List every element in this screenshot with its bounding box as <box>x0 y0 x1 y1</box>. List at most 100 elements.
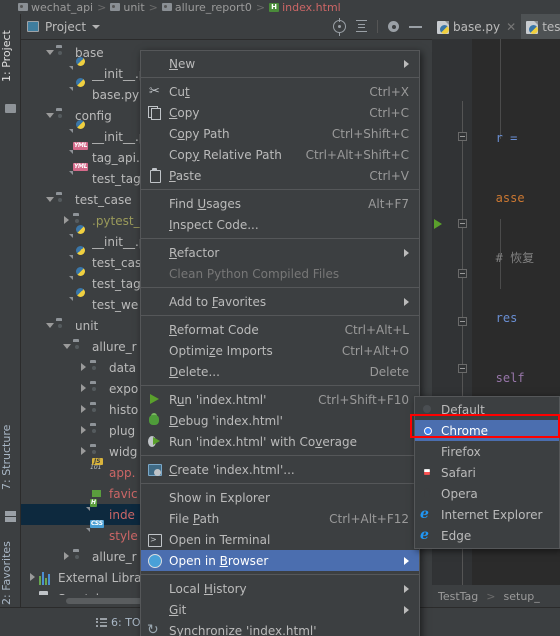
tree-node-label: tag_api. <box>92 150 140 165</box>
menu-item-label: New <box>169 56 196 71</box>
menu-item-show-in-explorer[interactable]: Show in Explorer <box>141 487 419 508</box>
tree-node-label: test_tag <box>92 171 141 186</box>
expand-arrow-icon[interactable] <box>44 105 56 126</box>
menu-item-label: Run 'index.html' with Coverage <box>169 434 357 449</box>
browser-submenu[interactable]: Default Chrome Firefox Safari Opera e Internet… <box>414 396 560 549</box>
menu-item-cut[interactable]: ✂ Cut Ctrl+X <box>141 81 419 102</box>
breadcrumb-separator: > <box>97 0 107 14</box>
breadcrumb: wechat_api > unit > allure_report0 > H i… <box>0 0 560 14</box>
browser-item-label: Chrome <box>441 423 489 438</box>
collapse-arrow-icon[interactable] <box>78 399 90 420</box>
tree-node-label: data <box>109 360 137 375</box>
opera-icon <box>420 486 435 501</box>
menu-item-open-in-terminal[interactable]: Open in Terminal <box>141 529 419 550</box>
menu-item-copy-path[interactable]: Copy Path Ctrl+Shift+C <box>141 123 419 144</box>
menu-item-optimize-imports[interactable]: Optimize Imports Ctrl+Alt+O <box>141 340 419 361</box>
hide-icon[interactable] <box>409 25 422 28</box>
collapse-arrow-icon[interactable] <box>78 357 90 378</box>
python-file-icon <box>526 20 539 34</box>
menu-item-refactor[interactable]: Refactor <box>141 242 419 263</box>
menu-item-find-usages[interactable]: Find Usages Alt+F7 <box>141 193 419 214</box>
menu-item-add-to-favorites[interactable]: Add to Favorites <box>141 291 419 312</box>
run-gutter-icon[interactable] <box>434 219 442 229</box>
gear-icon[interactable] <box>387 20 400 33</box>
locate-icon[interactable] <box>333 18 346 36</box>
menu-item-run-index-html[interactable]: Run 'index.html' Ctrl+Shift+F10 <box>141 389 419 410</box>
coverage-icon <box>147 434 162 449</box>
menu-item-open-in-browser[interactable]: Open in Browser <box>141 550 419 571</box>
expand-arrow-icon[interactable] <box>61 336 73 357</box>
breadcrumb-item-file[interactable]: H index.html <box>269 1 341 14</box>
sidebar-item-project[interactable]: 1: Project <box>0 16 21 96</box>
chevron-down-icon[interactable] <box>92 24 101 29</box>
project-panel-title: Project <box>45 19 87 34</box>
fold-marker[interactable] <box>458 132 467 141</box>
python-file-icon <box>437 20 449 34</box>
menu-item-inspect-code[interactable]: Inspect Code... <box>141 214 419 235</box>
menu-item-copy[interactable]: Copy Ctrl+C <box>141 102 419 123</box>
browser-item-edge[interactable]: e Edge <box>415 525 559 546</box>
collapse-all-icon[interactable] <box>355 20 368 33</box>
context-menu[interactable]: New ✂ Cut Ctrl+X Copy Ctrl+C Copy Path Ctrl+Shi… <box>140 50 420 636</box>
menu-item-copy-relative-path[interactable]: Copy Relative Path Ctrl+Alt+Shift+C <box>141 144 419 165</box>
menu-item-create-index-html[interactable]: Create 'index.html'... <box>141 459 419 480</box>
code-line: r = <box>474 131 525 145</box>
debug-icon <box>147 413 162 428</box>
breadcrumb-separator: > <box>148 0 158 14</box>
tree-node-label: app. <box>109 465 136 480</box>
menu-item-debug-index-html[interactable]: Debug 'index.html' <box>141 410 419 431</box>
sidebar-item-structure[interactable]: 7: Structure <box>0 409 21 505</box>
menu-item-local-history[interactable]: Local History <box>141 578 419 599</box>
browser-item-opera[interactable]: Opera <box>415 483 559 504</box>
tab-test-wechat[interactable]: test_wech <box>521 14 560 39</box>
menu-item-paste[interactable]: Paste Ctrl+V <box>141 165 419 186</box>
close-icon[interactable]: ✕ <box>506 20 516 34</box>
collapse-arrow-icon[interactable] <box>61 546 73 567</box>
browser-item-firefox[interactable]: Firefox <box>415 441 559 462</box>
menu-item-git[interactable]: Git <box>141 599 419 620</box>
safari-icon <box>420 465 435 480</box>
menu-item-file-path[interactable]: File Path Ctrl+Alt+F12 <box>141 508 419 529</box>
menu-item-new[interactable]: New <box>141 53 419 74</box>
menu-item-label: Show in Explorer <box>169 490 270 505</box>
file-icon-wrap <box>56 318 71 333</box>
menu-item-reformat-code[interactable]: Reformat Code Ctrl+Alt+L <box>141 319 419 340</box>
browser-item-default[interactable]: Default <box>415 399 559 420</box>
expand-arrow-icon[interactable] <box>44 315 56 336</box>
fold-marker[interactable] <box>458 317 467 326</box>
file-icon-wrap: CSS <box>90 520 104 528</box>
menu-item-synchronize-index-html[interactable]: ↻ Synchronize 'index.html' <box>141 620 419 636</box>
breadcrumb-item-2[interactable]: allure_report0 <box>161 1 252 14</box>
toolbar-divider <box>377 20 378 33</box>
collapse-arrow-icon[interactable] <box>27 567 39 588</box>
file-icon-wrap <box>90 381 105 396</box>
fold-marker[interactable] <box>458 219 467 228</box>
fold-marker[interactable] <box>458 364 467 373</box>
collapse-arrow-icon[interactable] <box>78 441 90 462</box>
collapse-arrow-icon[interactable] <box>78 378 90 399</box>
browser-item-internet-explorer[interactable]: e Internet Explorer <box>415 504 559 525</box>
browser-item-chrome[interactable]: Chrome <box>415 420 559 441</box>
tab-base-py[interactable]: base.py ✕ <box>432 14 521 39</box>
editor-breadcrumb-class[interactable]: TestTag <box>438 590 478 603</box>
fold-marker[interactable] <box>458 269 467 278</box>
menu-separator <box>141 483 419 484</box>
project-strip-icon <box>5 104 16 115</box>
collapse-arrow-icon[interactable] <box>78 420 90 441</box>
menu-item-delete[interactable]: Delete... Delete <box>141 361 419 382</box>
menu-separator <box>141 238 419 239</box>
browser-item-label: Firefox <box>441 444 481 459</box>
menu-item-run-index-html-with-coverage[interactable]: Run 'index.html' with Coverage <box>141 431 419 452</box>
expand-arrow-icon[interactable] <box>44 189 56 210</box>
editor-breadcrumb-method[interactable]: setup_ <box>504 590 540 603</box>
breadcrumb-item-1[interactable]: unit <box>110 1 145 14</box>
expand-arrow-icon[interactable] <box>44 42 56 63</box>
run-icon <box>147 392 162 407</box>
project-panel-header: Project <box>21 14 432 40</box>
breadcrumb-item-0[interactable]: wechat_api <box>18 1 93 14</box>
tree-node-label: __init__.p <box>92 66 147 81</box>
collapse-arrow-icon[interactable] <box>61 210 73 231</box>
menu-item-label: Run 'index.html' <box>169 392 267 407</box>
sidebar-item-favorites[interactable]: 2: Favorites <box>0 529 21 617</box>
browser-item-safari[interactable]: Safari <box>415 462 559 483</box>
